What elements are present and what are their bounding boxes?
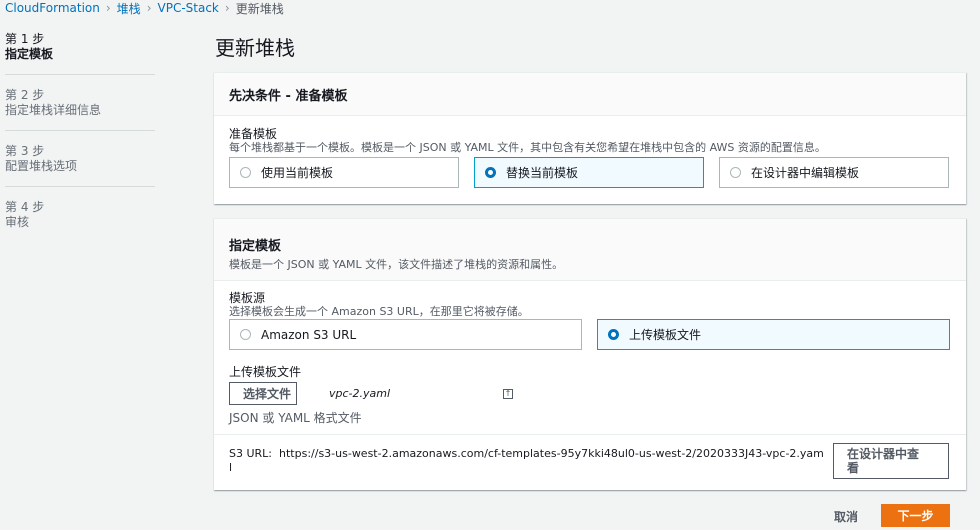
option-label: 替换当前模板: [506, 166, 579, 180]
panel-title: 指定模板: [229, 239, 282, 254]
step-name: 指定模板: [5, 47, 54, 61]
step-number: 第 1 步: [5, 32, 45, 46]
option-label: 在设计器中编辑模板: [751, 166, 860, 180]
upload-icon: ↑: [503, 388, 513, 399]
breadcrumb-separator: ›: [105, 1, 111, 15]
cancel-button[interactable]: 取消: [834, 508, 858, 525]
panel-body: 模板源 选择模板会生成一个 Amazon S3 URL，在那里它将被存储。 Am…: [214, 281, 966, 426]
field-label: 模板源: [229, 291, 266, 305]
radio-icon[interactable]: [730, 167, 741, 178]
field-description: 选择模板会生成一个 Amazon S3 URL，在那里它将被存储。: [229, 305, 529, 318]
next-button[interactable]: 下一步: [881, 504, 950, 527]
breadcrumb-separator: ›: [146, 1, 152, 15]
step-4: 第 4 步 审核: [5, 200, 155, 242]
field-description: 每个堆栈都基于一个模板。模板是一个 JSON 或 YAML 文件，其中包含有关您…: [229, 141, 826, 154]
specify-template-panel: 指定模板 模板是一个 JSON 或 YAML 文件，该文件描述了堆栈的资源和属性…: [214, 218, 966, 490]
view-in-designer-button[interactable]: 在设计器中查 看: [833, 443, 949, 479]
option-edit-in-designer[interactable]: 在设计器中编辑模板: [719, 157, 949, 188]
choose-file-label: 选择文件: [243, 387, 292, 401]
option-replace-current-template[interactable]: 替换当前模板: [474, 157, 704, 188]
panel-header: 指定模板 模板是一个 JSON 或 YAML 文件，该文件描述了堆栈的资源和属性…: [214, 219, 966, 281]
radio-icon[interactable]: [240, 329, 251, 340]
step-number: 第 3 步: [5, 144, 45, 158]
step-1: 第 1 步 指定模板: [5, 32, 155, 75]
panel-header: 先决条件 - 准备模板: [214, 73, 966, 116]
step-name: 指定堆栈详细信息: [5, 103, 102, 117]
wizard-steps: 第 1 步 指定模板 第 2 步 指定堆栈详细信息 第 3 步 配置堆栈选项 第…: [5, 32, 155, 255]
option-use-current-template[interactable]: 使用当前模板: [229, 157, 459, 188]
option-upload-template-file[interactable]: 上传模板文件: [597, 319, 950, 350]
view-in-designer-label: 在设计器中查: [847, 447, 920, 461]
view-in-designer-label-cont: 看: [847, 461, 860, 475]
option-amazon-s3-url[interactable]: Amazon S3 URL: [229, 319, 582, 350]
upload-label: 上传模板文件: [229, 365, 302, 379]
panel-title: 先决条件 - 准备模板: [229, 88, 348, 104]
radio-selected-icon[interactable]: [608, 329, 619, 340]
breadcrumb-separator: ›: [224, 1, 230, 15]
selected-file-name: vpc-2.yaml: [329, 387, 391, 400]
prerequisite-panel: 先决条件 - 准备模板 准备模板 每个堆栈都基于一个模板。模板是一个 JSON …: [214, 72, 966, 204]
breadcrumb-cloudformation[interactable]: CloudFormation: [5, 1, 100, 15]
breadcrumb-vpc-stack[interactable]: VPC-Stack: [158, 1, 219, 15]
step-name: 审核: [5, 215, 30, 229]
s3-url-row: S3 URL: https://s3-us-west-2.amazonaws.c…: [214, 434, 966, 491]
step-number: 第 2 步: [5, 88, 45, 102]
s3-url-text: S3 URL: https://s3-us-west-2.amazonaws.c…: [229, 447, 839, 475]
radio-icon[interactable]: [240, 167, 251, 178]
step-2: 第 2 步 指定堆栈详细信息: [5, 88, 155, 131]
breadcrumb: CloudFormation › 堆栈 › VPC-Stack › 更新堆栈: [5, 0, 284, 16]
prepare-template-options: 使用当前模板 替换当前模板 在设计器中编辑模板: [229, 157, 951, 188]
panel-description: 模板是一个 JSON 或 YAML 文件，该文件描述了堆栈的资源和属性。: [229, 258, 564, 271]
file-chooser-row: 选择文件 ↑ vpc-2.yaml: [229, 382, 951, 405]
option-label: 上传模板文件: [629, 328, 702, 342]
s3-url-value-cont: l: [229, 461, 233, 474]
field-label: 准备模板: [229, 127, 278, 141]
file-format-hint: JSON 或 YAML 格式文件: [229, 411, 362, 425]
radio-selected-icon[interactable]: [485, 167, 496, 178]
breadcrumb-current: 更新堆栈: [235, 1, 284, 16]
page-title: 更新堆栈: [215, 36, 295, 60]
option-label: Amazon S3 URL: [261, 327, 357, 342]
breadcrumb-stacks[interactable]: 堆栈: [117, 0, 141, 17]
s3-url-prefix: S3 URL:: [229, 447, 273, 460]
option-label: 使用当前模板: [261, 166, 334, 180]
panel-body: 准备模板 每个堆栈都基于一个模板。模板是一个 JSON 或 YAML 文件，其中…: [214, 116, 966, 188]
step-number: 第 4 步: [5, 200, 45, 214]
s3-url-value: https://s3-us-west-2.amazonaws.com/cf-te…: [279, 447, 824, 460]
step-name: 配置堆栈选项: [5, 159, 78, 173]
template-source-options: Amazon S3 URL 上传模板文件: [229, 319, 951, 350]
step-3: 第 3 步 配置堆栈选项: [5, 144, 155, 187]
choose-file-button[interactable]: 选择文件: [229, 382, 297, 405]
